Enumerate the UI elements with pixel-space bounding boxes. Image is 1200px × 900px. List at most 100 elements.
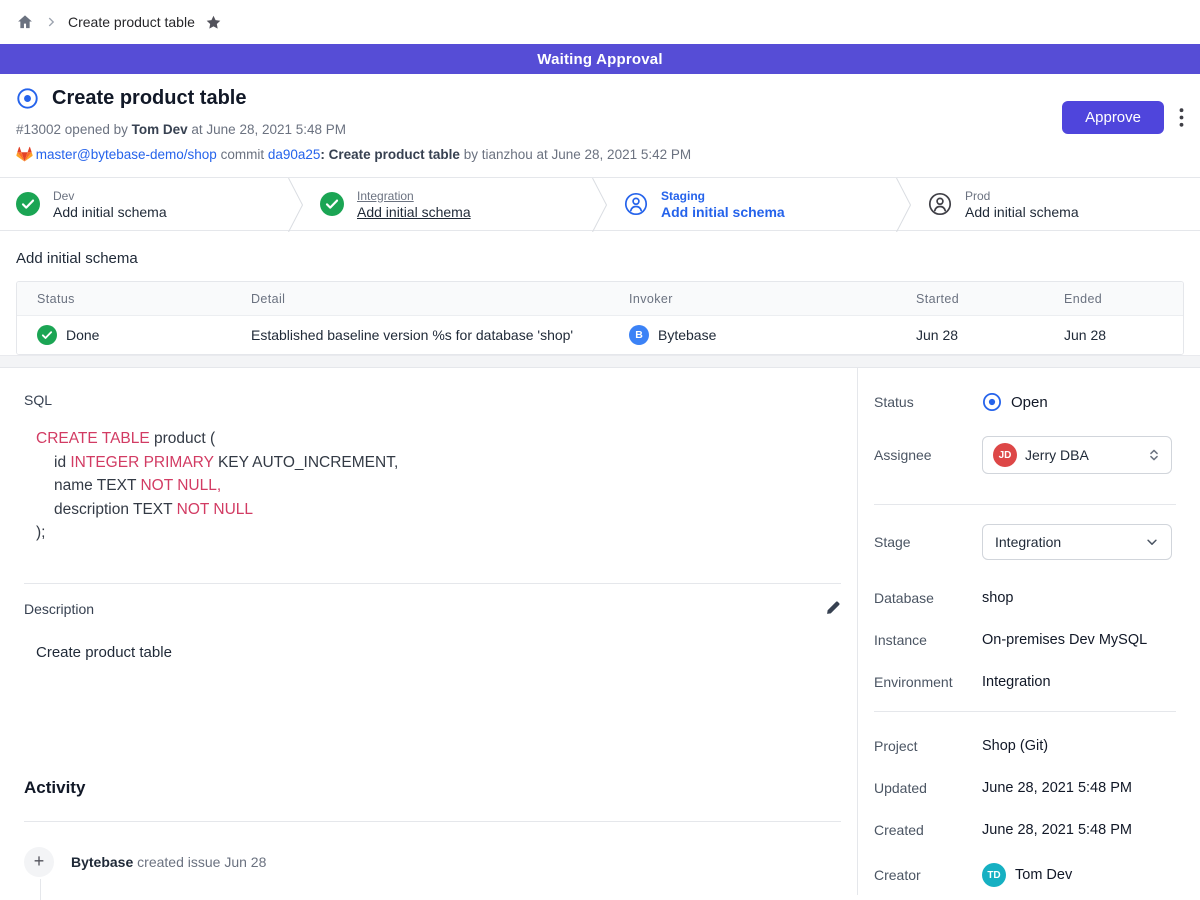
project-value: Shop (Git) <box>982 738 1048 754</box>
sidebar-field-created: Created June 28, 2021 5:48 PM <box>874 822 1176 838</box>
sidebar-field-environment: Environment Integration <box>874 674 1176 690</box>
header-actions: Approve <box>1062 101 1184 134</box>
sidebar-field-database: Database shop <box>874 590 1176 606</box>
assignee-select[interactable]: JD Jerry DBA <box>982 436 1172 474</box>
stage-separator <box>896 178 911 230</box>
divider <box>874 711 1176 712</box>
stage-task-label: Add initial schema <box>357 204 471 220</box>
column-ended: Ended <box>1041 292 1183 306</box>
status-value: Open <box>1011 394 1048 411</box>
chevron-down-icon <box>1145 535 1159 549</box>
sidebar-field-project: Project Shop (Git) <box>874 738 1176 754</box>
git-commit-word: commit <box>221 147 265 162</box>
issue-number: #13002 opened by <box>16 122 128 137</box>
stage-dev[interactable]: Dev Add initial schema <box>0 178 288 230</box>
description-text: Create product table <box>36 644 841 661</box>
database-value: shop <box>982 590 1013 606</box>
issue-meta: #13002 opened by Tom Dev at June 28, 202… <box>16 122 691 137</box>
task-ended: Jun 28 <box>1041 327 1183 343</box>
divider <box>874 504 1176 505</box>
sql-keyword: NOT NULL, <box>140 477 221 494</box>
section-gap <box>0 355 1200 367</box>
favorite-star-icon[interactable] <box>205 14 221 30</box>
issue-author: Tom Dev <box>132 122 188 137</box>
stage-separator <box>288 178 303 230</box>
issue-sidebar: Status Open Assignee JD Jerry DBA Stage <box>858 368 1200 895</box>
sidebar-field-creator: Creator TD Tom Dev <box>874 863 1176 887</box>
activity-heading: Activity <box>24 778 841 798</box>
task-section: Add initial schema Status Detail Invoker… <box>0 231 1200 355</box>
sidebar-field-instance: Instance On-premises Dev MySQL <box>874 632 1176 648</box>
banner-text: Waiting Approval <box>537 51 662 68</box>
more-options-icon[interactable] <box>1179 108 1184 127</box>
pipeline-stages: Dev Add initial schema Integration Add i… <box>0 177 1200 231</box>
breadcrumb: Create product table <box>0 0 1200 44</box>
stage-task-label: Add initial schema <box>53 204 167 220</box>
stage-integration[interactable]: Integration Add initial schema <box>303 178 592 230</box>
task-status: Done <box>66 327 99 343</box>
description-label: Description <box>24 601 94 617</box>
task-table-header: Status Detail Invoker Started Ended <box>17 282 1183 316</box>
stage-staging[interactable]: Staging Add initial schema <box>607 178 896 230</box>
sidebar-field-stage: Stage Integration <box>874 524 1176 560</box>
task-table-row[interactable]: Done Established baseline version %s for… <box>17 316 1183 354</box>
pending-person-icon <box>624 192 648 216</box>
breadcrumb-current: Create product table <box>68 14 195 30</box>
stage-value: Integration <box>995 534 1137 550</box>
invoker-avatar: B <box>629 325 649 345</box>
page-title: Create product table <box>52 87 246 110</box>
git-commit-row: master@bytebase-demo/shop commit da90a25… <box>16 146 691 163</box>
up-down-chevron-icon <box>1147 448 1161 462</box>
divider <box>24 821 841 822</box>
check-circle-icon <box>16 192 40 216</box>
stage-prod[interactable]: Prod Add initial schema <box>911 178 1200 230</box>
gitlab-icon <box>16 146 32 162</box>
chevron-right-icon <box>44 15 58 29</box>
stage-task-label: Add initial schema <box>661 204 785 220</box>
check-circle-icon <box>320 192 344 216</box>
pencil-icon <box>825 600 841 616</box>
stage-env-label: Dev <box>53 189 167 203</box>
git-commit-hash-link[interactable]: da90a25 <box>268 147 321 162</box>
task-detail: Established baseline version %s for data… <box>251 327 629 343</box>
lower-content: SQL CREATE TABLE product ( id INTEGER PR… <box>0 367 1200 895</box>
status-open-icon <box>982 392 1002 412</box>
sql-section-label: SQL <box>24 392 841 408</box>
approve-button[interactable]: Approve <box>1062 101 1164 134</box>
creator-avatar: TD <box>982 863 1006 887</box>
sidebar-field-updated: Updated June 28, 2021 5:48 PM <box>874 780 1176 796</box>
task-table: Status Detail Invoker Started Ended Done… <box>16 281 1184 355</box>
stage-select[interactable]: Integration <box>982 524 1172 560</box>
updated-value: June 28, 2021 5:48 PM <box>982 780 1132 796</box>
edit-description-button[interactable] <box>825 600 841 619</box>
issue-opened-time: at June 28, 2021 5:48 PM <box>191 122 346 137</box>
plus-icon: + <box>24 847 54 877</box>
divider <box>24 583 841 584</box>
description-header: Description <box>24 600 841 619</box>
assignee-value: Jerry DBA <box>1025 447 1139 463</box>
sql-keyword: INTEGER PRIMARY <box>70 454 213 471</box>
git-commit-message: : Create product table <box>320 147 460 162</box>
check-circle-icon <box>37 325 57 345</box>
assignee-avatar: JD <box>993 443 1017 467</box>
issue-header: Create product table #13002 opened by To… <box>0 74 1200 177</box>
pending-person-icon <box>928 192 952 216</box>
column-started: Started <box>891 292 1041 306</box>
git-branch-link[interactable]: master@bytebase-demo/shop <box>36 147 217 162</box>
created-value: June 28, 2021 5:48 PM <box>982 822 1132 838</box>
stage-env-label: Prod <box>965 189 1079 203</box>
stage-env-label: Staging <box>661 189 785 203</box>
sql-keyword: CREATE TABLE <box>36 430 150 447</box>
creator-value: Tom Dev <box>1015 867 1072 883</box>
instance-value: On-premises Dev MySQL <box>982 632 1147 648</box>
activity-action: created issue Jun 28 <box>137 854 266 870</box>
column-status: Status <box>37 292 251 306</box>
stage-env-label: Integration <box>357 189 471 203</box>
stage-task-label: Add initial schema <box>965 204 1079 220</box>
sidebar-field-assignee: Assignee JD Jerry DBA <box>874 436 1176 474</box>
issue-open-icon <box>16 87 39 110</box>
title-row: Create product table <box>16 87 691 110</box>
column-detail: Detail <box>251 292 629 306</box>
sql-code: CREATE TABLE product ( id INTEGER PRIMAR… <box>36 427 841 545</box>
home-icon[interactable] <box>16 13 34 31</box>
